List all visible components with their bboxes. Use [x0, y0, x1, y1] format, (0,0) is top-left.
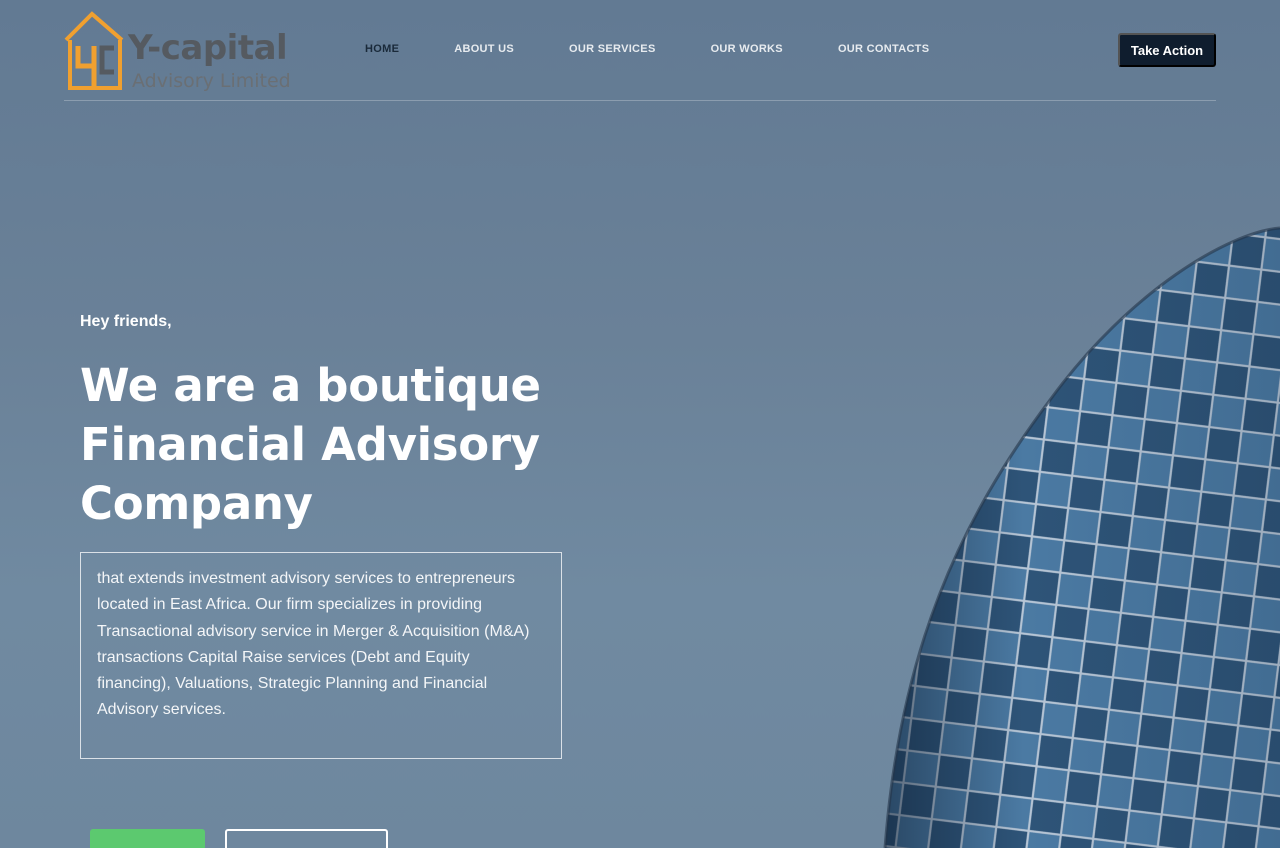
main-navigation: HOME ABOUT US OUR SERVICES OUR WORKS OUR…	[337, 43, 929, 55]
nav-item-our-works[interactable]: OUR WORKS	[711, 43, 783, 55]
hero-description: that extends investment advisory service…	[97, 570, 530, 719]
site-header: Y-capital Advisory Limited HOME ABOUT US…	[64, 0, 1216, 101]
nav-item-our-services[interactable]: OUR SERVICES	[569, 43, 656, 55]
brand-logo[interactable]: Y-capital Advisory Limited	[64, 10, 304, 92]
primary-hero-button[interactable]	[90, 829, 205, 848]
nav-item-our-contacts[interactable]: OUR CONTACTS	[838, 43, 929, 55]
hero-description-box: that extends investment advisory service…	[80, 552, 562, 759]
logo-subtitle: Advisory Limited	[132, 70, 291, 92]
take-action-button[interactable]: Take Action	[1118, 33, 1216, 67]
nav-item-about-us[interactable]: ABOUT US	[454, 43, 514, 55]
secondary-hero-button[interactable]	[225, 829, 388, 848]
nav-item-home[interactable]: HOME	[365, 43, 399, 55]
hero-headline: We are a boutique Financial Advisory Com…	[80, 359, 541, 530]
logo-mark-icon	[64, 11, 124, 90]
logo-name: Y-capital	[128, 28, 288, 68]
hero-greeting: Hey friends,	[80, 313, 172, 330]
